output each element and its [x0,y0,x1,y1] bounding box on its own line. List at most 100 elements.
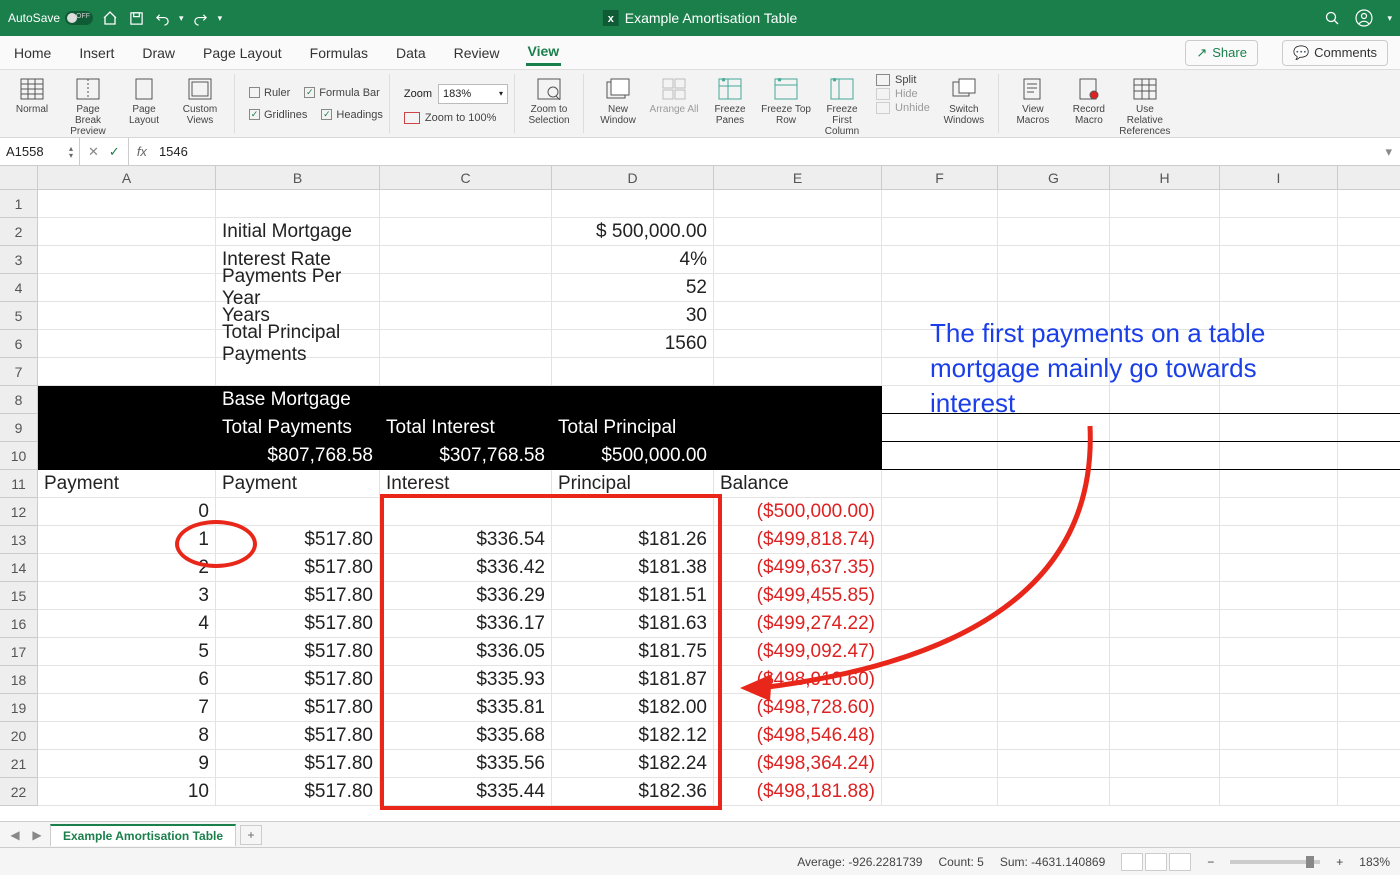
home-icon[interactable] [101,9,119,27]
cell[interactable] [552,358,714,385]
cell[interactable] [1220,610,1338,637]
cell[interactable] [38,190,216,217]
cell[interactable]: Payment [38,470,216,497]
cell[interactable] [1110,470,1220,497]
cell[interactable]: 5 [38,638,216,665]
zoom-100-button[interactable]: Zoom to 100% [404,112,497,124]
arrange-all-button[interactable]: Arrange All [648,74,700,115]
col-header-I[interactable]: I [1220,166,1338,189]
expand-formula-icon[interactable]: ▾ [1385,144,1400,160]
row-header-11[interactable]: 11 [0,470,38,498]
cell[interactable] [882,218,998,245]
cell[interactable] [1220,694,1338,721]
cell[interactable]: Interest [380,470,552,497]
cell[interactable]: Payments Per Year [216,274,380,301]
row-header-7[interactable]: 7 [0,358,38,386]
normal-view-button[interactable]: Normal [6,74,58,115]
tab-data[interactable]: Data [394,41,428,65]
row-header-3[interactable]: 3 [0,246,38,274]
share-button[interactable]: ↗Share [1185,40,1258,66]
cell[interactable] [1110,498,1220,525]
cell[interactable] [1220,190,1338,217]
cell[interactable] [1110,750,1220,777]
cell[interactable] [998,694,1110,721]
row-header-2[interactable]: 2 [0,218,38,246]
cell[interactable] [998,554,1110,581]
cell[interactable]: ($498,546.48) [714,722,882,749]
cell[interactable] [882,694,998,721]
custom-views-button[interactable]: Custom Views [174,74,226,126]
row-header-8[interactable]: 8 [0,386,38,414]
cell[interactable] [882,778,998,805]
cell[interactable] [998,610,1110,637]
zoom-selection-button[interactable]: Zoom to Selection [523,74,575,126]
redo-icon[interactable] [192,9,210,27]
cell[interactable] [380,330,552,357]
record-macro-button[interactable]: Record Macro [1063,74,1115,126]
cell[interactable] [998,218,1110,245]
row-header-1[interactable]: 1 [0,190,38,218]
cell[interactable] [714,330,882,357]
cell[interactable]: ($498,364.24) [714,750,882,777]
formula-bar-checkbox[interactable]: ✓Formula Bar [304,87,380,99]
cell[interactable] [1110,638,1220,665]
cell[interactable] [714,442,882,469]
cell[interactable] [998,274,1110,301]
view-break-icon[interactable] [1169,853,1191,871]
cell[interactable] [380,218,552,245]
cell[interactable]: 8 [38,722,216,749]
cell[interactable] [38,302,216,329]
add-sheet-button[interactable]: + [240,825,262,845]
gridlines-checkbox[interactable]: ✓Gridlines [249,109,307,121]
cell[interactable] [1220,666,1338,693]
cell[interactable]: ($499,092.47) [714,638,882,665]
row-header-19[interactable]: 19 [0,694,38,722]
cell[interactable] [998,470,1110,497]
cell[interactable]: $500,000.00 [552,442,714,469]
cell[interactable]: ($498,181.88) [714,778,882,805]
cell[interactable]: ($498,728.60) [714,694,882,721]
cell[interactable] [552,386,714,413]
cell[interactable] [1110,778,1220,805]
cell[interactable]: ($499,274.22) [714,610,882,637]
tab-formulas[interactable]: Formulas [308,41,370,65]
autosave-toggle[interactable]: AutoSave OFF [8,11,93,25]
row-header-9[interactable]: 9 [0,414,38,442]
cell[interactable]: ($499,818.74) [714,526,882,553]
row-header-6[interactable]: 6 [0,330,38,358]
cell[interactable] [714,386,882,413]
cell[interactable] [38,442,216,469]
cell[interactable] [1220,750,1338,777]
cell[interactable]: 6 [38,666,216,693]
col-header-H[interactable]: H [1110,166,1220,189]
cell[interactable] [714,302,882,329]
tab-review[interactable]: Review [452,41,502,65]
cell[interactable] [1220,554,1338,581]
comments-button[interactable]: 💬Comments [1282,40,1388,66]
cell[interactable] [380,274,552,301]
cell[interactable] [882,750,998,777]
cell[interactable] [1110,526,1220,553]
cell[interactable] [1110,722,1220,749]
cell[interactable] [38,246,216,273]
cell[interactable] [38,358,216,385]
cell[interactable]: Total Principal Payments [216,330,380,357]
row-header-17[interactable]: 17 [0,638,38,666]
cell[interactable]: $517.80 [216,722,380,749]
tab-insert[interactable]: Insert [77,41,116,65]
cell[interactable]: 7 [38,694,216,721]
cell[interactable]: $517.80 [216,666,380,693]
cell[interactable] [714,218,882,245]
headings-checkbox[interactable]: ✓Headings [321,109,382,121]
cell[interactable] [1220,498,1338,525]
formula-value[interactable]: 1546 [155,144,192,159]
cell[interactable]: 3 [38,582,216,609]
cell[interactable] [998,666,1110,693]
row-header-20[interactable]: 20 [0,722,38,750]
select-all-corner[interactable] [0,166,38,190]
cell[interactable] [714,190,882,217]
cell[interactable] [882,274,998,301]
cell[interactable] [380,302,552,329]
cell[interactable]: Payment [216,470,380,497]
cell[interactable] [1220,442,1338,469]
